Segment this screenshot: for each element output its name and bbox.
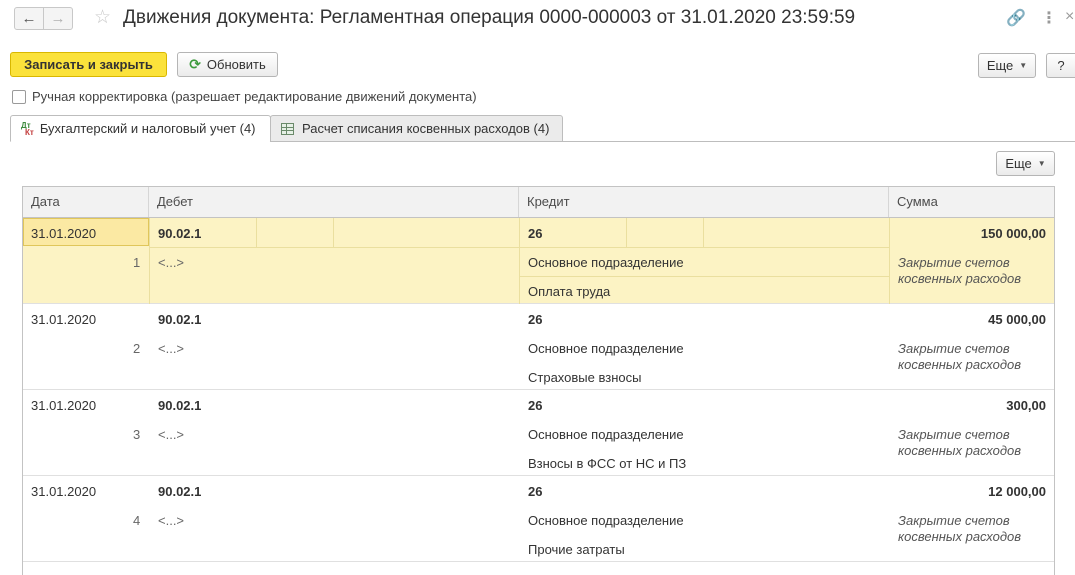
- save-and-close-button[interactable]: Записать и закрыть: [10, 52, 167, 77]
- row-amount: 45 000,00: [988, 312, 1046, 327]
- row-content: Закрытие счетов косвенных расходов: [898, 255, 1022, 286]
- arrow-left-icon: ←: [21, 10, 37, 27]
- manual-correction-checkbox[interactable]: [12, 90, 26, 104]
- table-row[interactable]: 31.01.2020 4 90.02.1 <...> 26 Основное п…: [23, 476, 1054, 562]
- arrow-right-icon: →: [50, 10, 66, 27]
- refresh-icon: ⟳: [189, 56, 201, 72]
- save-and-close-label: Записать и закрыть: [24, 57, 153, 72]
- table-more-button[interactable]: Еще ▼: [996, 151, 1055, 176]
- more-label: Еще: [986, 58, 1014, 73]
- row-debit-account: 90.02.1: [158, 484, 202, 499]
- row-credit-subconto-2: Взносы в ФСС от НС и ПЗ: [528, 456, 687, 471]
- link-icon[interactable]: 🔗: [1006, 8, 1026, 28]
- row-debit-account: 90.02.1: [158, 226, 202, 241]
- tab-accounting-label: Бухгалтерский и налоговый учет (4): [39, 121, 256, 136]
- star-icon[interactable]: ☆: [94, 6, 111, 29]
- row-credit-subconto-2: Прочие затраты: [528, 542, 625, 557]
- row-date: 31.01.2020: [31, 398, 97, 413]
- table-row[interactable]: 31.01.2020 1 90.02.1 <...> 26 Основное п…: [23, 218, 1054, 304]
- row-credit-subconto-1: Основное подразделение: [528, 255, 684, 270]
- row-debit-subconto: <...>: [158, 255, 185, 270]
- row-number: 3: [133, 427, 141, 442]
- row-number: 4: [133, 513, 141, 528]
- more-button[interactable]: Еще ▼: [978, 53, 1036, 78]
- tab-indirect-costs[interactable]: Расчет списания косвенных расходов (4): [270, 115, 563, 142]
- row-credit-account: 26: [528, 312, 543, 327]
- row-content: Закрытие счетов косвенных расходов: [898, 513, 1022, 544]
- row-debit-account: 90.02.1: [158, 312, 202, 327]
- row-content: Закрытие счетов косвенных расходов: [898, 341, 1022, 372]
- row-debit-subconto: <...>: [158, 341, 185, 356]
- table-row[interactable]: 31.01.2020 2 90.02.1 <...> 26 Основное п…: [23, 304, 1054, 390]
- row-debit-subconto: <...>: [158, 427, 185, 442]
- row-credit-subconto-1: Основное подразделение: [528, 341, 684, 356]
- help-label: ?: [1057, 58, 1065, 73]
- row-credit-account: 26: [528, 484, 543, 499]
- refresh-button[interactable]: ⟳ Обновить: [177, 52, 278, 77]
- row-amount: 150 000,00: [980, 226, 1046, 241]
- chevron-down-icon: ▼: [1019, 61, 1028, 70]
- chevron-down-icon: ▼: [1037, 159, 1046, 168]
- row-debit-subconto: <...>: [158, 513, 185, 528]
- table-header: Дата Дебет Кредит Сумма: [23, 187, 1054, 218]
- column-header-date[interactable]: Дата: [23, 187, 149, 217]
- page-title: Движения документа: Регламентная операци…: [123, 7, 856, 28]
- row-amount: 12 000,00: [988, 484, 1046, 499]
- more-vertical-icon[interactable]: ⋮: [1041, 8, 1057, 28]
- row-content: Закрытие счетов косвенных расходов: [898, 427, 1022, 458]
- row-credit-subconto-1: Основное подразделение: [528, 427, 684, 442]
- manual-correction-label[interactable]: Ручная корректировка (разрешает редактир…: [32, 89, 477, 104]
- row-credit-subconto-1: Основное подразделение: [528, 513, 684, 528]
- forward-button[interactable]: →: [43, 7, 73, 30]
- row-credit-subconto-2: Оплата труда: [528, 284, 611, 299]
- close-icon[interactable]: ×: [1065, 8, 1074, 26]
- row-date: 31.01.2020: [31, 484, 97, 499]
- dt-kt-icon: Дт Кт: [21, 120, 34, 137]
- tab-accounting[interactable]: Дт Кт Бухгалтерский и налоговый учет (4): [10, 115, 271, 142]
- row-debit-account: 90.02.1: [158, 398, 202, 413]
- table-row[interactable]: 31.01.2020 3 90.02.1 <...> 26 Основное п…: [23, 390, 1054, 476]
- row-number: 2: [133, 341, 141, 356]
- table-icon: [281, 122, 294, 135]
- back-button[interactable]: ←: [14, 7, 44, 30]
- refresh-label: Обновить: [206, 57, 266, 72]
- tab-indirect-costs-label: Расчет списания косвенных расходов (4): [302, 121, 550, 136]
- help-button[interactable]: ?: [1046, 53, 1075, 78]
- row-number: 1: [133, 255, 141, 270]
- column-header-debit[interactable]: Дебет: [149, 187, 519, 217]
- row-credit-subconto-2: Страховые взносы: [528, 370, 642, 385]
- row-amount: 300,00: [1006, 398, 1046, 413]
- row-credit-account: 26: [528, 398, 543, 413]
- table-more-label: Еще: [1005, 156, 1032, 171]
- column-header-credit[interactable]: Кредит: [519, 187, 889, 217]
- column-header-amount[interactable]: Сумма: [889, 187, 1054, 217]
- row-credit-account: 26: [528, 226, 543, 241]
- movements-table[interactable]: Дата Дебет Кредит Сумма 31.01.2020 1 90.…: [22, 186, 1055, 575]
- row-date: 31.01.2020: [31, 226, 97, 241]
- row-date: 31.01.2020: [31, 312, 97, 327]
